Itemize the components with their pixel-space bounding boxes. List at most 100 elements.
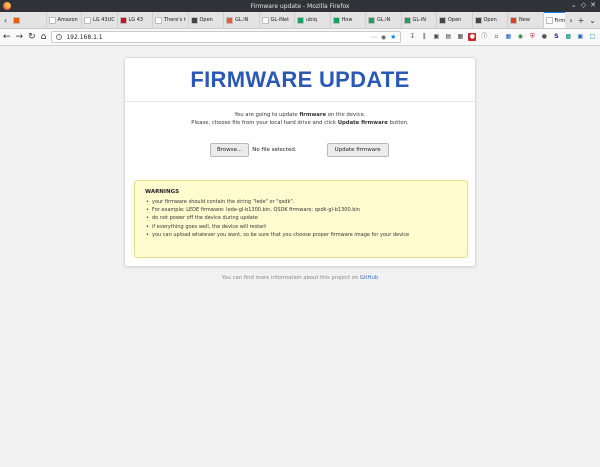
browse-button[interactable]: Browse... <box>210 143 250 157</box>
warning-item: do not power off the device during updat… <box>145 214 457 222</box>
github-link[interactable]: GitHub <box>360 275 378 281</box>
tab-label: ubiq <box>306 17 317 23</box>
ublock-icon[interactable]: ⛨ <box>528 33 536 41</box>
warning-item: your firmware should contain the string … <box>145 198 457 206</box>
ubiquiti-icon <box>297 16 304 24</box>
extension-teal-icon[interactable]: ▩ <box>564 33 572 41</box>
tab-tools: › + ⌄ <box>565 12 600 28</box>
tab-9[interactable]: How <box>331 12 366 28</box>
tab-7[interactable]: GL-iNet <box>260 12 295 28</box>
upload-form: Browse... No file selected. Update firmw… <box>125 143 475 157</box>
tab-scroll-right-icon[interactable]: › <box>569 16 572 25</box>
warnings-box: WARNINGS your firmware should contain th… <box>134 180 468 258</box>
tab-label: GL.iN <box>235 17 249 23</box>
page-icon <box>261 16 269 24</box>
page-title: FIRMWARE UPDATE <box>190 66 410 92</box>
tab-label: GL-iN <box>412 17 427 23</box>
tab-list-chevron-icon[interactable]: ⌄ <box>589 16 596 25</box>
tab-scroll-left-icon[interactable]: ‹ <box>0 12 11 28</box>
warnings-title: WARNINGS <box>145 189 180 195</box>
tab-10[interactable]: GL.iN <box>366 12 402 28</box>
page-icon <box>545 17 553 24</box>
url-bar[interactable]: i 192.168.1.1 ⋯ ◉ ★ <box>51 31 402 43</box>
tab-15[interactable]: Firmw× <box>543 12 566 28</box>
tab-label: There's t <box>164 17 186 23</box>
tab-12[interactable]: Open <box>437 12 473 28</box>
reader-icon[interactable]: ▤ <box>444 33 452 41</box>
page-content: FIRMWARE UPDATE You are going to update … <box>0 47 600 467</box>
warnings-list: your firmware should contain the string … <box>145 198 457 239</box>
footer-text: You can find more information about this… <box>221 275 379 281</box>
bookmark-star-icon[interactable]: ★ <box>390 33 396 41</box>
tab-label: Amazon <box>57 17 78 23</box>
downloads-icon[interactable]: ↧ <box>408 33 416 41</box>
new-tab-icon[interactable]: + <box>578 16 585 25</box>
tab-0[interactable] <box>11 12 47 28</box>
file-status-text: No file selected. <box>252 147 297 153</box>
tab-label: GL-iNet <box>270 17 290 23</box>
extension-s-icon[interactable]: S <box>552 33 560 41</box>
tab-4[interactable]: There's t <box>153 12 189 28</box>
tab-2[interactable]: LG 43UC <box>82 12 118 28</box>
forward-icon[interactable]: → <box>16 32 24 42</box>
site-info-icon[interactable]: i <box>56 34 63 40</box>
lg-icon <box>84 16 91 24</box>
tab-11[interactable]: GL-iN <box>402 12 437 28</box>
window-title: Firmware update - Mozilla Firefox <box>250 2 350 10</box>
tab-label: Open <box>448 17 462 23</box>
extension-green-icon[interactable]: ◉ <box>516 33 524 41</box>
tab-6[interactable]: GL.iN <box>224 12 260 28</box>
library-icon[interactable]: ‖ <box>420 33 428 41</box>
tab-1[interactable]: Amazon <box>47 12 82 28</box>
tab-label: Firmw <box>554 17 566 24</box>
tab-5[interactable]: Open <box>189 12 224 28</box>
extension-info-icon[interactable]: ⓘ <box>480 33 488 41</box>
intro-line-1: You are going to update firmware on the … <box>234 112 366 118</box>
glinet-icon <box>368 16 375 24</box>
page-actions-icon[interactable]: ⋯ <box>371 34 377 41</box>
firefox-icon <box>13 16 20 24</box>
tab-strip: ‹ Amazon LG 43UC LG 43 There's t Open GL.iN GL… <box>0 12 600 29</box>
extension-red-icon[interactable]: ● <box>468 33 477 41</box>
sidebar-icon[interactable]: ▣ <box>432 33 440 41</box>
window-titlebar: Firmware update - Mozilla Firefox ⌄ ◇ ✕ <box>0 0 600 12</box>
tab-label: How <box>341 17 353 23</box>
openwrt-icon <box>439 16 446 24</box>
amazon-icon <box>48 16 56 24</box>
update-firmware-button[interactable]: Update firmware <box>326 143 389 157</box>
glinet-icon <box>403 16 411 24</box>
url-text[interactable]: 192.168.1.1 <box>66 34 102 41</box>
extension-blue-icon[interactable]: ▣ <box>576 33 584 41</box>
intro-line-2: Please, choose file from your local hard… <box>191 120 409 126</box>
reload-icon[interactable]: ↻ <box>28 32 36 42</box>
firmware-update-card: FIRMWARE UPDATE You are going to update … <box>124 57 476 267</box>
lg-red-icon <box>119 16 127 24</box>
warning-item: For example: LEDE firmware: lede-gl-b130… <box>145 206 457 214</box>
tab-13[interactable]: Open <box>473 12 508 28</box>
warning-item: you can upload whatever you want, so be … <box>145 231 457 239</box>
tab-8[interactable]: ubiq <box>295 12 331 28</box>
pocket-icon[interactable]: ◉ <box>381 34 386 41</box>
openwrt-icon <box>474 16 482 24</box>
tab-label: New <box>519 17 530 23</box>
maximize-icon[interactable]: ◇ <box>581 1 586 9</box>
tab-list: Amazon LG 43UC LG 43 There's t Open GL.iN GL-i… <box>11 12 566 28</box>
toolbar-extensions: ↧ ‖ ▣ ▤ ▦ ● ⓘ ▫ ▦ ◉ ⛨ ● S ▩ ▣ □ ≡ <box>408 33 600 41</box>
tab-3[interactable]: LG 43 <box>118 12 153 28</box>
page-icon <box>155 16 162 24</box>
back-icon[interactable]: ← <box>3 32 11 42</box>
close-window-icon[interactable]: ✕ <box>590 1 596 9</box>
screenshot-icon[interactable]: ▦ <box>456 33 464 41</box>
extension-cyan-icon[interactable]: □ <box>588 33 596 41</box>
chrome-icon <box>510 16 517 24</box>
home-icon[interactable]: ⌂ <box>41 32 47 42</box>
extension-calendar-icon[interactable]: ▦ <box>504 33 512 41</box>
extension-box-icon[interactable]: ▫ <box>492 33 500 41</box>
card-header: FIRMWARE UPDATE <box>125 58 475 102</box>
tab-14[interactable]: New <box>508 12 544 28</box>
page-icon <box>332 16 340 24</box>
extension-dot-icon[interactable]: ● <box>540 33 548 41</box>
window-controls: ⌄ ◇ ✕ <box>571 1 596 9</box>
tab-label: LG 43UC <box>93 17 115 23</box>
minimize-icon[interactable]: ⌄ <box>571 1 577 9</box>
